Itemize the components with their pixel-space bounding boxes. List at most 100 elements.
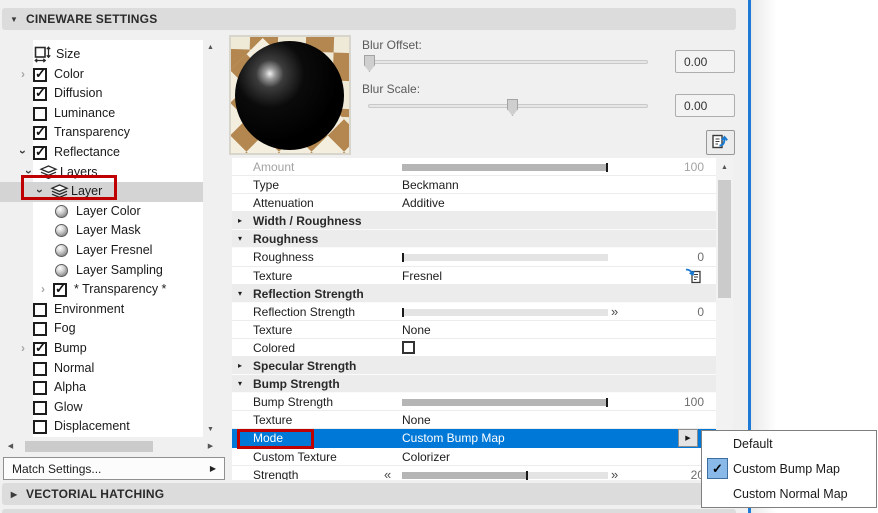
property-checkbox[interactable] <box>402 340 415 354</box>
table-group-width-roughness[interactable]: ▸ Width / Roughness <box>232 212 716 231</box>
scrollbar-thumb[interactable] <box>718 180 731 298</box>
group-expand-icon[interactable]: ▸ <box>238 361 242 370</box>
tree-item-layer-fresnel[interactable]: Layer Fresnel <box>0 241 203 261</box>
scroll-right-icon[interactable]: ▶ <box>203 439 218 454</box>
scroll-up-icon[interactable]: ▲ <box>203 40 218 55</box>
blur-scale-value-field[interactable] <box>675 94 735 117</box>
tree-checkbox[interactable]: ✓ <box>33 124 47 141</box>
group-collapse-icon[interactable]: ▾ <box>238 234 242 243</box>
property-value[interactable]: Fresnel <box>402 269 442 283</box>
property-slider[interactable] <box>402 253 608 263</box>
tree-checkbox[interactable] <box>33 400 47 415</box>
property-value[interactable]: Colorizer <box>402 450 450 464</box>
match-settings-button[interactable]: Match Settings... ▶ <box>3 457 225 480</box>
collapse-chevron-icon[interactable]: › <box>21 166 37 178</box>
tree-checkbox[interactable] <box>33 322 47 337</box>
scrollbar-thumb[interactable] <box>25 441 153 452</box>
table-row-mode[interactable]: Mode Custom Bump Map ▶ <box>232 429 716 448</box>
property-numeric-value[interactable]: 100 <box>684 395 704 409</box>
transfer-settings-button[interactable] <box>706 130 735 155</box>
expand-chevron-icon[interactable]: › <box>17 340 29 356</box>
slider-handle[interactable] <box>402 307 404 317</box>
tree-checkbox[interactable]: ✓ <box>33 85 47 102</box>
tree-checkbox[interactable]: ✓ <box>33 144 47 160</box>
tree-item-bump[interactable]: › ✓ Bump <box>0 339 203 359</box>
table-row-roughness[interactable]: Roughness 0 <box>232 248 716 267</box>
collapse-chevron-icon[interactable]: › <box>32 185 48 197</box>
group-expand-icon[interactable]: ▸ <box>238 216 242 225</box>
vectorial-hatching-header[interactable]: ▶ VECTORIAL HATCHING <box>2 483 736 505</box>
scroll-left-icon[interactable]: ◀ <box>3 439 18 454</box>
tree-checkbox[interactable] <box>33 381 47 396</box>
tree-item-transparency[interactable]: ✓ Transparency <box>0 123 203 143</box>
tree-item-size[interactable]: Size <box>0 45 203 65</box>
tree-item-alpha[interactable]: Alpha <box>0 378 203 398</box>
property-value[interactable]: Additive <box>402 196 445 210</box>
tree-checkbox[interactable] <box>33 302 47 317</box>
table-row-amount[interactable]: Amount 100 <box>232 158 716 177</box>
tree-item-reflectance[interactable]: › ✓ Reflectance <box>0 143 203 163</box>
property-numeric-value[interactable]: 100 <box>684 160 704 174</box>
property-value[interactable]: Custom Bump Map <box>402 431 505 445</box>
tree-item-layer-color[interactable]: Layer Color <box>0 202 203 222</box>
tree-item-layer-mask[interactable]: Layer Mask <box>0 221 203 241</box>
scroll-down-icon[interactable]: ▼ <box>203 422 218 437</box>
blur-offset-slider-track[interactable] <box>368 60 648 64</box>
tree-checkbox[interactable] <box>33 420 47 435</box>
tree-checkbox[interactable] <box>33 361 47 376</box>
slider-handle[interactable] <box>402 253 404 263</box>
slider-handle[interactable] <box>606 163 608 172</box>
menu-item-custom-bump-map[interactable]: ✓ Custom Bump Map <box>702 456 876 481</box>
table-row-attenuation[interactable]: Attenuation Additive <box>232 194 716 213</box>
tree-item-transparency[interactable]: › ✓ * Transparency * <box>0 280 203 300</box>
scroll-up-icon[interactable]: ▲ <box>716 160 733 175</box>
tree-item-layers[interactable]: › Layers <box>0 163 203 183</box>
menu-item-default[interactable]: Default <box>702 431 876 456</box>
table-group-reflection-strength[interactable]: ▾ Reflection Strength <box>232 284 716 303</box>
table-row-reflection-strength[interactable]: Reflection Strength » 0 <box>232 302 716 321</box>
tree-horizontal-scrollbar[interactable]: ◀ ▶ <box>3 439 218 454</box>
tree-item-normal[interactable]: Normal <box>0 359 203 379</box>
table-row-texture[interactable]: Texture Fresnel <box>232 266 716 285</box>
menu-item-custom-normal-map[interactable]: Custom Normal Map <box>702 482 876 507</box>
mode-dropdown-button[interactable]: ▶ <box>678 429 698 448</box>
tree-item-glow[interactable]: Glow <box>0 398 203 418</box>
collapse-chevron-icon[interactable]: › <box>15 146 31 158</box>
table-row-bump-strength[interactable]: Bump Strength 100 <box>232 393 716 412</box>
table-group-bump-strength[interactable]: ▾ Bump Strength <box>232 375 716 394</box>
property-value[interactable]: None <box>402 323 431 337</box>
expand-chevron-icon[interactable]: › <box>17 66 29 82</box>
tree-item-fog[interactable]: Fog <box>0 319 203 339</box>
table-row-strength[interactable]: Strength «» 20 <box>232 465 716 480</box>
table-row-type[interactable]: Type Beckmann <box>232 176 716 195</box>
blur-offset-value-field[interactable] <box>675 50 735 73</box>
tree-item-color[interactable]: › ✓ Color <box>0 65 203 85</box>
tree-vertical-scrollbar[interactable]: ▲ ▼ <box>203 40 218 437</box>
tree-item-environment[interactable]: Environment <box>0 300 203 320</box>
group-collapse-icon[interactable]: ▾ <box>238 379 242 388</box>
tree-item-displacement[interactable]: Displacement <box>0 417 203 437</box>
tree-checkbox[interactable]: ✓ <box>33 66 47 82</box>
table-row-custom-texture[interactable]: Custom Texture Colorizer <box>232 447 716 466</box>
tree-checkbox[interactable]: ✓ <box>53 281 67 298</box>
property-slider[interactable] <box>402 398 608 408</box>
property-slider[interactable] <box>402 307 608 317</box>
table-row-texture[interactable]: Texture None <box>232 411 716 430</box>
group-collapse-icon[interactable]: ▾ <box>238 289 242 298</box>
property-numeric-value[interactable]: 0 <box>697 250 704 264</box>
property-value[interactable]: Beckmann <box>402 178 459 192</box>
slider-handle[interactable] <box>525 470 528 480</box>
slider-handle[interactable] <box>606 398 608 408</box>
table-row-texture[interactable]: Texture None <box>232 320 716 339</box>
tree-checkbox[interactable] <box>33 106 47 121</box>
table-row-colored[interactable]: Colored <box>232 338 716 358</box>
expand-chevron-icon[interactable]: › <box>37 281 49 297</box>
tree-checkbox[interactable]: ✓ <box>33 340 47 356</box>
table-group-specular-strength[interactable]: ▸ Specular Strength <box>232 357 716 376</box>
property-slider[interactable] <box>402 470 608 480</box>
property-numeric-value[interactable]: 0 <box>697 305 704 319</box>
tree-item-layer[interactable]: › Layer <box>0 182 203 202</box>
tree-item-diffusion[interactable]: ✓ Diffusion <box>0 84 203 104</box>
property-value[interactable]: None <box>402 413 431 427</box>
property-slider[interactable] <box>402 163 608 172</box>
